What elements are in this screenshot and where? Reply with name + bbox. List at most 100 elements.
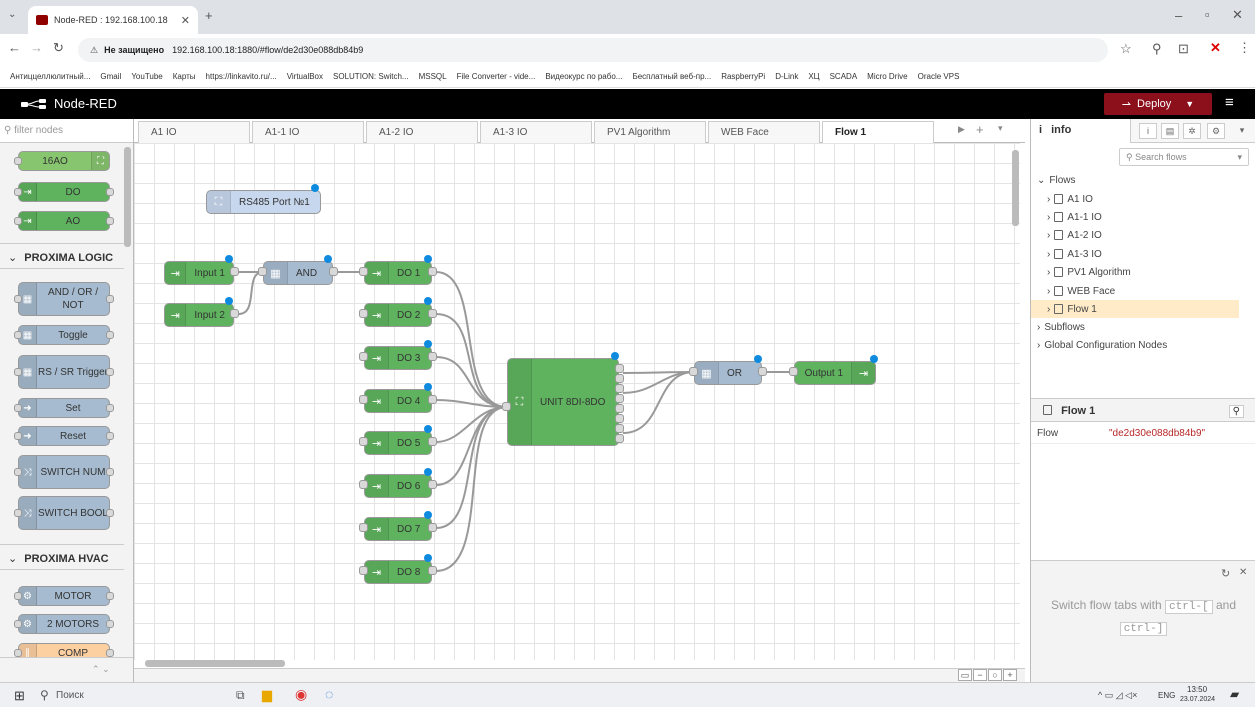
warning-icon[interactable]: ⚠ [90, 45, 98, 56]
add-flow-icon[interactable]: + [976, 122, 984, 137]
navigator-icon[interactable]: ▭ [958, 669, 972, 681]
star-icon[interactable]: ☆ [1120, 41, 1132, 57]
url-field[interactable]: ⚠ Не защищено 192.168.100.18:1880/#flow/… [78, 38, 1108, 62]
deploy-button[interactable]: ⇀ Deploy ▼ [1104, 93, 1212, 115]
language-indicator[interactable]: ENG [1158, 691, 1175, 700]
expand-all-icon[interactable]: ⌄ [102, 664, 110, 674]
task-view-icon[interactable]: ⧉ [236, 688, 245, 703]
bookmark[interactable]: Антиццеллюлитный... [10, 72, 90, 81]
bookmark[interactable]: D-Link [775, 72, 798, 81]
do-1-node[interactable]: ⇥ DO 1 [364, 261, 432, 285]
deploy-dropdown-icon[interactable]: ▼ [1185, 99, 1194, 109]
tab-flow-1[interactable]: Flow 1 [822, 121, 934, 144]
extension-x-icon[interactable]: ✕ [1210, 40, 1221, 56]
bookmark[interactable]: Видеокурс по рабо... [545, 72, 622, 81]
flow-canvas[interactable]: ⛶ RS485 Port №1 ⇥ Input 1 ⇥ Input 2 ▦ AN… [134, 143, 1020, 660]
category-proxima-logic[interactable]: ⌄ PROXIMA LOGIC [0, 243, 124, 269]
tab-a1-2-io[interactable]: A1-2 IO [366, 121, 478, 143]
do-3-node[interactable]: ⇥ DO 3 [364, 346, 432, 370]
zoom-out-icon[interactable]: − [973, 669, 987, 681]
forward-icon[interactable]: → [30, 40, 43, 55]
palette-node-2-motors[interactable]: ⚙ 2 MOTORS [14, 614, 114, 634]
bookmark[interactable]: Gmail [100, 72, 121, 81]
bookmark[interactable]: YouTube [131, 72, 162, 81]
restore-icon[interactable]: ▫ [1205, 7, 1210, 22]
extensions-icon[interactable]: ⚲ [1152, 41, 1162, 57]
tree-flow-web-face[interactable]: › WEB Face [1031, 282, 1239, 300]
and-node[interactable]: ▦ AND [263, 261, 333, 285]
collapse-all-icon[interactable]: ⌃ [92, 664, 100, 674]
tree-flow-a1-1-io[interactable]: › A1-1 IO [1031, 208, 1239, 226]
palette-node-toggle[interactable]: ▦ Toggle [14, 325, 114, 345]
zoom-in-icon[interactable]: + [1003, 669, 1017, 681]
tab-pv1-algorithm[interactable]: PV1 Algorithm [594, 121, 706, 143]
app-icon[interactable]: ◌ [325, 686, 333, 702]
do-7-node[interactable]: ⇥ DO 7 [364, 517, 432, 541]
bookmark[interactable]: Micro Drive [867, 72, 907, 81]
tab-a1-3-io[interactable]: A1-3 IO [480, 121, 592, 143]
notifications-icon[interactable]: ▰ [1230, 687, 1239, 701]
search-icon[interactable]: ⚲ [1228, 405, 1244, 418]
output-1-node[interactable]: Output 1 ⇥ [794, 361, 876, 385]
do-5-node[interactable]: ⇥ DO 5 [364, 431, 432, 455]
main-menu-icon[interactable]: ≡ [1225, 94, 1234, 111]
browser-tab[interactable]: Node-RED : 192.168.100.18 ✕ [28, 6, 198, 34]
palette-node-switch-num[interactable]: ⤨ SWITCH NUM [14, 455, 114, 489]
unit-8di-8do-node[interactable]: ⛶ UNIT 8DI-8DO [507, 358, 619, 446]
tree-flow-flow-1[interactable]: › Flow 1 [1031, 300, 1239, 318]
tab-a1-1-io[interactable]: A1-1 IO [252, 121, 364, 143]
tree-flows[interactable]: ⌄ Flows [1031, 171, 1239, 189]
zoom-reset-icon[interactable]: ○ [988, 669, 1002, 681]
chrome-icon[interactable]: ◉ [295, 686, 307, 703]
or-node[interactable]: ▦ OR [694, 361, 762, 385]
debug-bug-icon[interactable]: ✲ [1183, 123, 1201, 139]
url-warning[interactable]: Не защищено [104, 45, 164, 55]
sidebar-dropdown-icon[interactable]: ▾ [1233, 123, 1251, 139]
input-1-node[interactable]: ⇥ Input 1 [164, 261, 234, 285]
canvas-vertical-scrollbar[interactable] [1012, 150, 1019, 226]
bookmark[interactable]: ХЦ [808, 72, 819, 81]
back-icon[interactable]: ← [8, 40, 21, 55]
config-gear-icon[interactable]: ⚙ [1207, 123, 1225, 139]
taskbar-search[interactable]: Поиск [56, 690, 84, 701]
do-2-node[interactable]: ⇥ DO 2 [364, 303, 432, 327]
bookmark[interactable]: File Converter - vide... [457, 72, 536, 81]
do-4-node[interactable]: ⇥ DO 4 [364, 389, 432, 413]
bookmark[interactable]: VirtualBox [287, 72, 323, 81]
filter-nodes-input[interactable]: ⚲ filter nodes [0, 119, 133, 143]
tab-info[interactable]: i info [1031, 119, 1131, 143]
windows-start-icon[interactable]: ⊞ [14, 688, 25, 704]
bookmark[interactable]: Бесплатный веб-пр... [632, 72, 711, 81]
reload-icon[interactable]: ↻ [53, 40, 64, 56]
category-proxima-hvac[interactable]: ⌄ PROXIMA HVAC [0, 544, 124, 570]
palette-node-set[interactable]: ➜ Set [14, 398, 114, 418]
input-2-node[interactable]: ⇥ Input 2 [164, 303, 234, 327]
tree-flow-a1-2-io[interactable]: › A1-2 IO [1031, 226, 1239, 244]
tree-global-config[interactable]: › Global Configuration Nodes [1031, 336, 1239, 354]
info-tab-icon[interactable]: i [1139, 123, 1157, 139]
rs485-port-node[interactable]: ⛶ RS485 Port №1 [206, 190, 321, 214]
tree-flow-pv1-algorithm[interactable]: › PV1 Algorithm [1031, 263, 1239, 281]
file-explorer-icon[interactable]: ▆ [262, 687, 272, 703]
palette-scrollbar[interactable] [124, 147, 131, 247]
bookmark[interactable]: MSSQL [419, 72, 447, 81]
palette-node-rs-sr-trigger[interactable]: ▦ RS / SR Trigger [14, 355, 114, 389]
tab-a1-io[interactable]: A1 IO [138, 121, 250, 143]
do-6-node[interactable]: ⇥ DO 6 [364, 474, 432, 498]
palette-node-do[interactable]: ⇥ DO [14, 182, 114, 202]
palette-node-ao[interactable]: ⇥ AO [14, 211, 114, 231]
canvas-horizontal-scrollbar[interactable] [145, 660, 285, 667]
tab-close-icon[interactable]: ✕ [181, 14, 190, 27]
tree-flow-a1-io[interactable]: › A1 IO [1031, 190, 1239, 208]
palette-node-motor[interactable]: ⚙ MOTOR [14, 586, 114, 606]
minimize-icon[interactable]: – [1175, 8, 1182, 23]
tray-icons[interactable]: ^ ▭ ◿ ◁× [1098, 690, 1137, 701]
palette-node-and-or-not[interactable]: ▦ AND / OR / NOT [14, 282, 114, 316]
bookmark[interactable]: SOLUTION: Switch... [333, 72, 409, 81]
close-window-icon[interactable]: ✕ [1232, 7, 1243, 23]
help-book-icon[interactable]: ▤ [1161, 123, 1179, 139]
bookmark[interactable]: SCADA [830, 72, 858, 81]
refresh-tip-icon[interactable]: ↻ [1221, 567, 1230, 580]
bookmark[interactable]: https://linkavito.ru/... [206, 72, 277, 81]
bookmark[interactable]: RaspberryPi [721, 72, 765, 81]
